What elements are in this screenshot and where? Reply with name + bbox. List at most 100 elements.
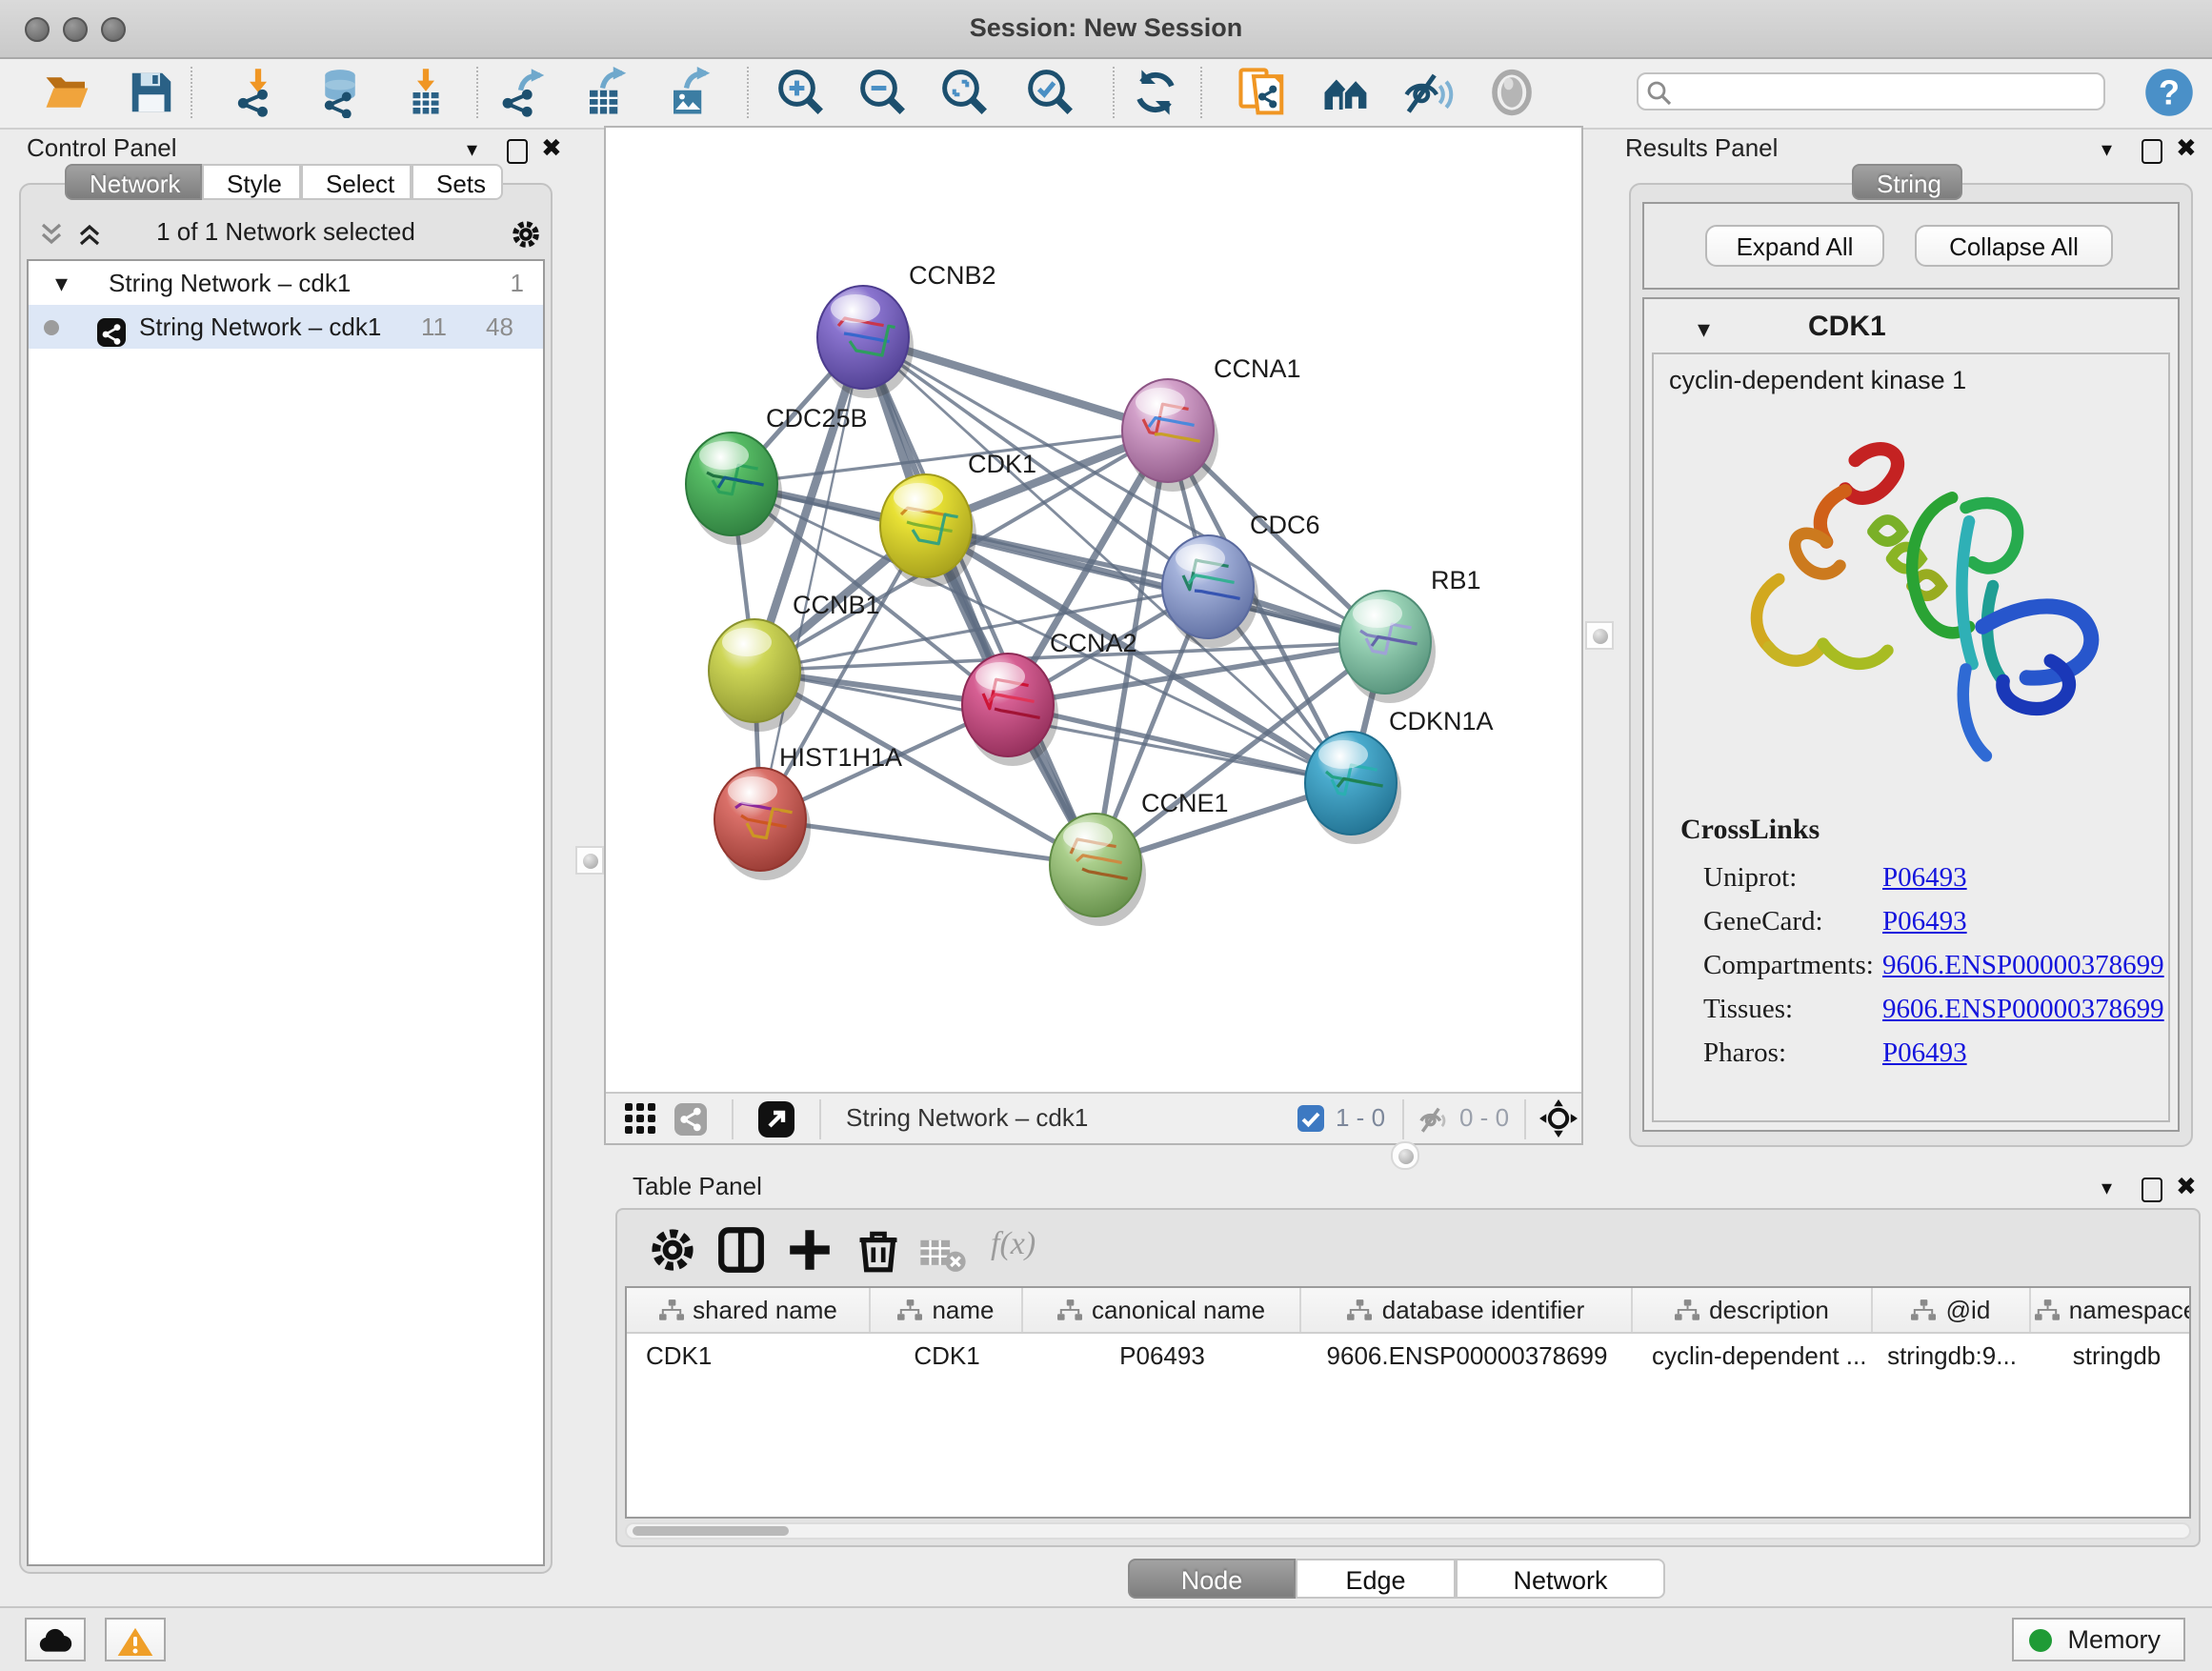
search-box[interactable] — [1637, 72, 2105, 111]
svg-text:CCNE1: CCNE1 — [1141, 789, 1229, 817]
memory-button[interactable]: Memory — [2012, 1618, 2185, 1661]
string-home-icon[interactable] — [1320, 67, 1372, 118]
app-window: Session: New Session — [0, 0, 2212, 1671]
control-panel-float-icon[interactable] — [507, 135, 528, 164]
refresh-icon[interactable] — [1130, 67, 1181, 118]
column-header-description[interactable]: description — [1633, 1288, 1873, 1332]
tab-edge-table[interactable]: Edge Table — [1296, 1559, 1456, 1599]
zoom-selected-icon[interactable] — [1025, 67, 1076, 118]
zoom-in-icon[interactable] — [775, 67, 827, 118]
edge-count: 48 — [486, 305, 513, 349]
string-network-icon — [97, 318, 126, 347]
column-header-shared-name[interactable]: shared name — [627, 1288, 871, 1332]
import-network-icon[interactable] — [232, 67, 284, 118]
compartments-link[interactable]: 9606.ENSP00000378699 — [1882, 945, 2164, 989]
column-header-namespace[interactable]: namespace — [2031, 1288, 2191, 1332]
title-bar: Session: New Session — [0, 0, 2212, 59]
memory-label: Memory — [2067, 1625, 2161, 1654]
table-panel-title: Table Panel — [633, 1172, 762, 1200]
column-header-name[interactable]: name — [871, 1288, 1023, 1332]
table-panel-menu-icon[interactable]: ▾ — [2101, 1172, 2112, 1200]
table-cell: stringdb — [2031, 1334, 2191, 1379]
open-in-window-icon[interactable] — [758, 1101, 794, 1137]
collapse-icon[interactable]: ▾ — [55, 261, 68, 305]
genecard-link[interactable]: P06493 — [1882, 901, 1967, 945]
show-columns-icon[interactable] — [716, 1225, 766, 1275]
string-style-icon[interactable] — [674, 1103, 707, 1136]
results-panel-close-icon[interactable]: ✖ — [2176, 133, 2197, 164]
table-cell: CDK1 — [871, 1334, 1023, 1379]
export-table-icon[interactable] — [581, 67, 633, 118]
gear-icon[interactable] — [511, 219, 541, 250]
tab-network-table[interactable]: Network Table — [1456, 1559, 1665, 1599]
string-import-icon[interactable] — [1237, 67, 1288, 118]
network-collection-row[interactable]: ▾ String Network – cdk1 1 — [29, 261, 543, 305]
tab-string[interactable]: String — [1852, 164, 1962, 200]
tab-style[interactable]: Style — [202, 164, 301, 200]
tab-select[interactable]: Select — [301, 164, 412, 200]
selected-checkbox-icon[interactable] — [1297, 1105, 1324, 1132]
fit-content-icon[interactable] — [1539, 1099, 1578, 1137]
zoom-out-icon[interactable] — [857, 67, 909, 118]
column-header-canonical-name[interactable]: canonical name — [1023, 1288, 1301, 1332]
control-panel-close-icon[interactable]: ✖ — [541, 133, 562, 164]
node-table[interactable]: shared namenamecanonical namedatabase id… — [625, 1286, 2191, 1519]
table-panel-float-icon[interactable] — [2142, 1174, 2162, 1202]
import-table-icon[interactable] — [400, 67, 452, 118]
crosslinks-title: CrossLinks — [1680, 815, 1820, 848]
column-header--id[interactable]: @id — [1873, 1288, 2031, 1332]
table-cell: CDK1 — [627, 1334, 871, 1379]
collapse-all-button[interactable]: Collapse All — [1915, 225, 2113, 267]
network-list: ▾ String Network – cdk1 1 String Network… — [27, 259, 545, 1566]
import-network-from-database-icon[interactable] — [314, 67, 366, 118]
column-header-database-identifier[interactable]: database identifier — [1301, 1288, 1633, 1332]
table-gear-icon[interactable] — [648, 1225, 697, 1275]
results-panel-menu-icon[interactable]: ▾ — [2101, 133, 2112, 162]
hide-unhide-icon[interactable] — [1402, 67, 1454, 118]
tab-network[interactable]: Network — [65, 164, 202, 200]
toolbar-separator — [1200, 67, 1202, 118]
export-image-icon[interactable] — [665, 67, 716, 118]
toolbar-separator — [1524, 1099, 1526, 1139]
gray-sphere-icon[interactable] — [1486, 67, 1538, 118]
birds-eye-icon[interactable] — [625, 1103, 657, 1136]
help-icon[interactable]: ? — [2143, 67, 2195, 118]
pharos-link[interactable]: P06493 — [1882, 1033, 1967, 1077]
save-session-icon[interactable] — [126, 67, 177, 118]
bottom-divider-grip[interactable] — [1391, 1141, 1419, 1170]
left-divider-grip[interactable] — [575, 846, 604, 875]
right-divider-grip[interactable] — [1585, 621, 1614, 650]
table-hscrollbar-thumb[interactable] — [633, 1526, 789, 1536]
export-network-icon[interactable] — [499, 67, 551, 118]
protein-collapse-icon[interactable]: ▾ — [1698, 314, 1710, 345]
zoom-fit-icon[interactable] — [939, 67, 991, 118]
collection-label: String Network – cdk1 — [109, 261, 351, 305]
table-cell: 9606.ENSP00000378699 — [1301, 1334, 1633, 1379]
create-column-icon[interactable] — [785, 1225, 835, 1275]
table-row[interactable]: CDK1CDK1P064939606.ENSP00000378699cyclin… — [627, 1334, 2189, 1379]
svg-text:CDC6: CDC6 — [1250, 511, 1320, 539]
cloud-button[interactable] — [25, 1618, 86, 1661]
protein-name: CDK1 — [1808, 311, 1886, 343]
tab-sets[interactable]: Sets — [412, 164, 503, 200]
svg-text:RB1: RB1 — [1431, 566, 1481, 594]
protein-structure-image — [1711, 419, 2119, 800]
tissues-link[interactable]: 9606.ENSP00000378699 — [1882, 989, 2164, 1033]
control-panel-menu-icon[interactable]: ▾ — [467, 133, 477, 162]
warning-button[interactable] — [105, 1618, 166, 1661]
cloud-icon — [36, 1625, 74, 1656]
uniprot-link[interactable]: P06493 — [1882, 857, 1967, 901]
table-panel-close-icon[interactable]: ✖ — [2176, 1172, 2197, 1202]
open-session-icon[interactable] — [42, 67, 93, 118]
svg-text:?: ? — [2159, 72, 2180, 111]
search-input[interactable] — [1677, 76, 2100, 111]
network-row[interactable]: String Network – cdk1 11 48 — [29, 305, 543, 349]
expand-all-button[interactable]: Expand All — [1705, 225, 1884, 267]
toolbar-separator — [1402, 1099, 1404, 1139]
svg-text:CDC25B: CDC25B — [766, 404, 868, 433]
network-canvas[interactable]: CCNB2CCNA1CDC25BCDK1CDC6RB1CCNB1CCNA2CDK… — [606, 128, 1581, 1092]
delete-column-icon[interactable] — [854, 1225, 903, 1275]
table-hscrollbar[interactable] — [625, 1522, 2191, 1540]
tab-node-table[interactable]: Node Table — [1128, 1559, 1296, 1599]
results-panel-float-icon[interactable] — [2142, 135, 2162, 164]
